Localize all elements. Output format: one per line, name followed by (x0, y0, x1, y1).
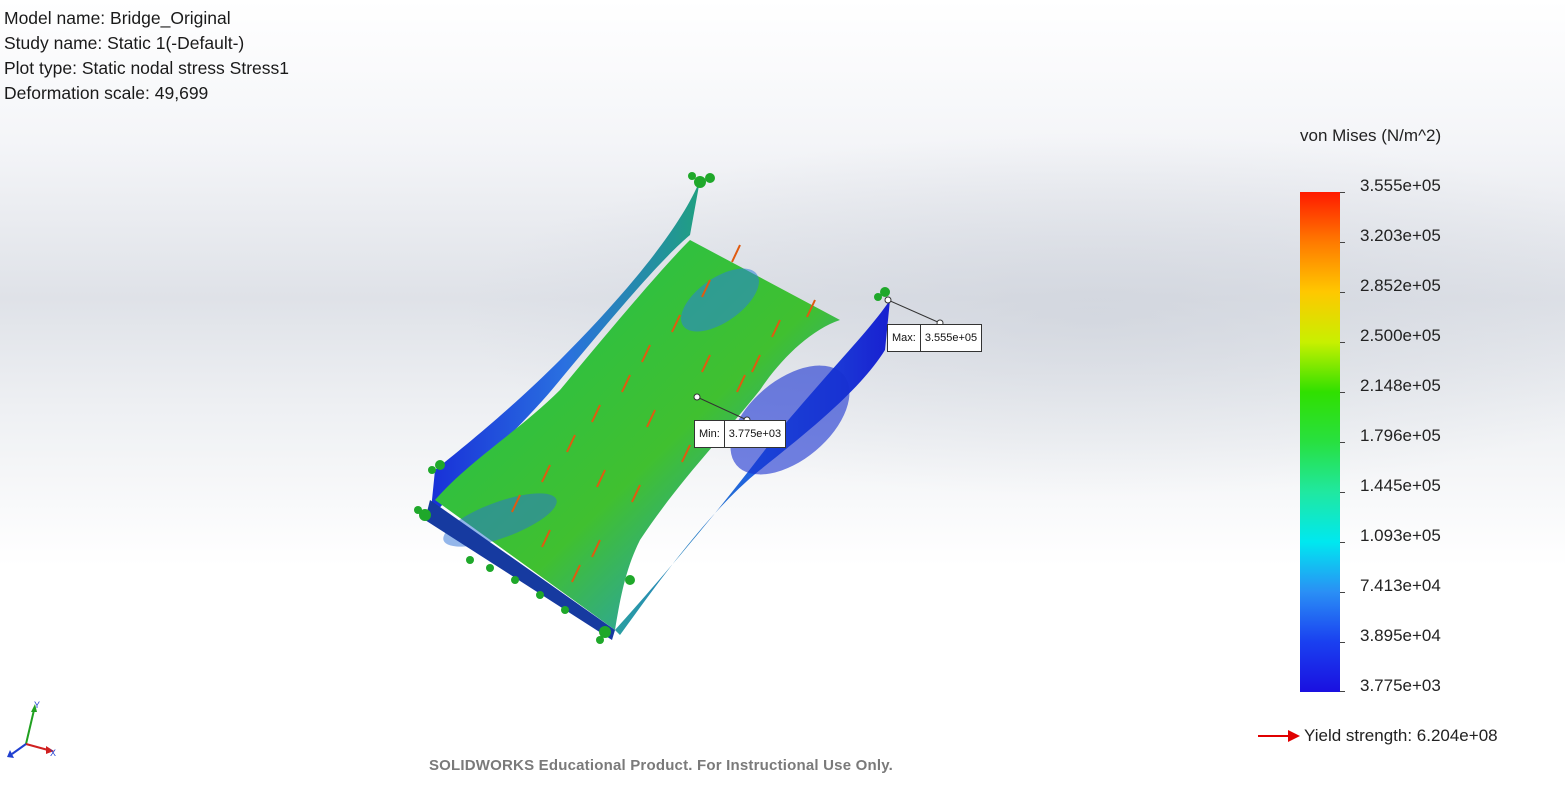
legend-tick (1340, 691, 1345, 692)
legend-tick-label: 7.413e+04 (1360, 576, 1441, 595)
legend-tick (1340, 292, 1345, 293)
watermark: SOLIDWORKS Educational Product. For Inst… (428, 757, 894, 774)
legend-tick-label: 2.500e+05 (1360, 326, 1441, 345)
legend-tick (1340, 342, 1345, 343)
legend-tick-label: 1.093e+05 (1360, 526, 1441, 545)
legend-tick (1340, 392, 1345, 393)
min-callout-value: 3.775e+03 (728, 428, 782, 440)
legend-tick-label: 1.445e+05 (1360, 476, 1441, 495)
legend-tick (1340, 592, 1345, 593)
min-point (693, 393, 701, 401)
yield-strength-label: Yield strength: 6.204e+08 (1304, 726, 1498, 745)
legend-tick (1340, 492, 1345, 493)
legend-tick (1340, 442, 1345, 443)
yield-strength: Yield strength: 6.204e+08 (1258, 724, 1498, 748)
axis-triad-icon[interactable]: Y X (4, 700, 64, 762)
min-callout-label: Min: (695, 421, 725, 447)
max-leader-line (887, 299, 941, 324)
max-callout[interactable]: Max: 3.555e+05 (887, 324, 983, 352)
max-callout-value: 3.555e+05 (924, 332, 978, 344)
legend-tick (1340, 242, 1345, 243)
legend-tick-label: 3.203e+05 (1360, 226, 1441, 245)
legend-tick (1340, 192, 1345, 193)
legend-tick-label: 2.852e+05 (1360, 276, 1441, 295)
min-callout[interactable]: Min: 3.775e+03 (694, 420, 787, 448)
legend-tick-label: 3.775e+03 (1360, 676, 1441, 695)
legend-colorbar (1300, 192, 1340, 692)
legend-title: von Mises (N/m^2) (1300, 126, 1442, 145)
legend-tick-label: 3.555e+05 (1360, 176, 1441, 195)
triad-y-label: Y (34, 700, 40, 710)
legend-tick (1340, 642, 1345, 643)
legend-tick (1340, 542, 1345, 543)
legend-tick-label: 2.148e+05 (1360, 376, 1441, 395)
legend-tick-label: 1.796e+05 (1360, 426, 1441, 445)
legend-tick-label: 3.895e+04 (1360, 626, 1441, 645)
max-point (884, 296, 892, 304)
yield-arrow-icon (1258, 730, 1300, 742)
max-callout-label: Max: (888, 325, 921, 351)
